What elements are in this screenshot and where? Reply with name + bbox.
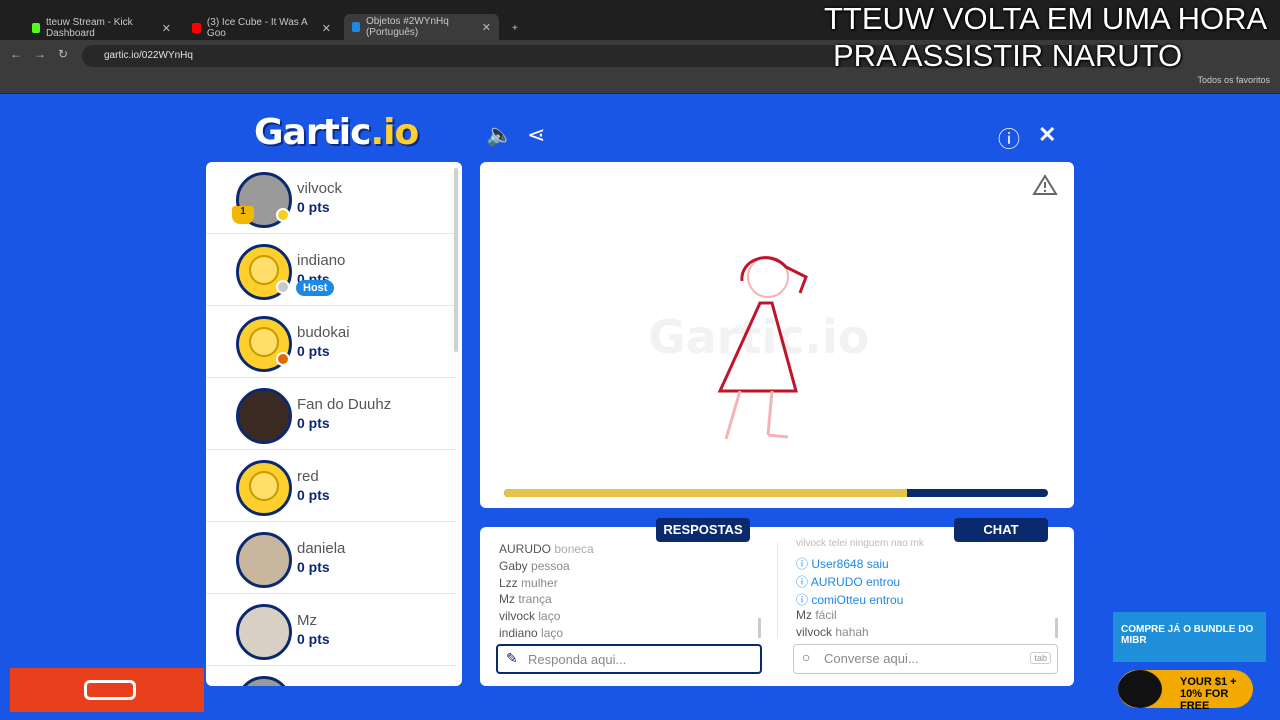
- chat-item: Mz fácil: [796, 608, 837, 622]
- tab-label: tteuw Stream - Kick Dashboard: [45, 17, 133, 39]
- new-tab-button[interactable]: +: [504, 16, 526, 40]
- logo-text: Gartic: [254, 112, 371, 153]
- youtube-icon: [192, 23, 201, 33]
- tab-label: Objetos #2WYnHq (Português): [365, 16, 449, 38]
- tab-chat[interactable]: CHAT: [954, 518, 1048, 542]
- avatar: [236, 604, 292, 660]
- answer-item: Gaby pessoa: [499, 559, 570, 573]
- player-daniela[interactable]: daniela 0 pts: [206, 522, 456, 594]
- close-icon[interactable]: ✕: [322, 22, 331, 35]
- player-next[interactable]: [206, 666, 456, 686]
- stream-overlay-text: TTEUW VOLTA EM UMA HORA PRA ASSISTIR NAR…: [824, 0, 1267, 74]
- tab-gartic[interactable]: Objetos #2WYnHq (Português) ✕: [344, 14, 499, 40]
- sound-icon[interactable]: 🔈: [486, 122, 513, 148]
- answer-placeholder: Responda aqui...: [528, 652, 627, 667]
- tab-answers[interactable]: RESPOSTAS: [656, 518, 750, 542]
- player-vilvock[interactable]: 1 vilvock 0 pts: [206, 162, 456, 234]
- reload-icon[interactable]: ↻: [58, 47, 68, 61]
- players-list: 1 vilvock 0 pts indiano 0 pts Host budok…: [206, 162, 462, 686]
- mibr-ad-cta: YOUR $1 + 10% FOR FREE: [1118, 670, 1253, 712]
- avatar: [236, 460, 292, 516]
- chat-system-item: ⓘ AURUDO entrou: [796, 575, 901, 589]
- panel-divider: [777, 542, 778, 638]
- avatar: [236, 532, 292, 588]
- answers-scrollbar[interactable]: [758, 618, 761, 638]
- answer-item: indiano laço: [499, 626, 564, 640]
- player-name: vilvock: [297, 180, 343, 197]
- player-name: Fan do Duuhz: [297, 396, 392, 413]
- overlay-line-1: TTEUW VOLTA EM UMA HORA: [824, 1, 1268, 36]
- tab-youtube[interactable]: (3) Ice Cube - It Was A Goo ✕: [184, 16, 339, 40]
- players-scrollbar[interactable]: [454, 168, 458, 352]
- player-points: 0 pts: [297, 199, 330, 215]
- gartic-icon: [352, 22, 360, 32]
- chat-scrollbar[interactable]: [1055, 618, 1058, 638]
- answer-input[interactable]: ✎ Responda aqui...: [496, 644, 762, 674]
- stick-figure-drawing: [717, 256, 808, 440]
- player-points: 0 pts: [297, 487, 330, 503]
- answer-item: vilvock laço: [499, 609, 561, 623]
- player-points: 0 pts: [297, 631, 330, 647]
- timer-fill: [504, 489, 907, 497]
- avatar: [236, 676, 292, 686]
- tab-kick-dashboard[interactable]: tteuw Stream - Kick Dashboard ✕: [24, 16, 179, 40]
- player-name: budokai: [297, 324, 350, 341]
- logo-suffix: .io: [370, 112, 419, 153]
- chat-bubble-icon: ○: [802, 649, 811, 665]
- player-points: 0 pts: [297, 415, 330, 431]
- chat-input[interactable]: ○ Converse aqui... tab: [793, 644, 1058, 674]
- trophy-icon: 1: [232, 206, 254, 224]
- player-points: 0 pts: [297, 343, 330, 359]
- tab-label: (3) Ice Cube - It Was A Goo: [206, 17, 308, 39]
- mibr-ad-cta-text: YOUR $1 + 10% FOR FREE: [1180, 676, 1237, 712]
- answer-item: Lzz mulher: [499, 576, 558, 590]
- close-icon[interactable]: ✕: [162, 22, 171, 35]
- forward-icon[interactable]: →: [34, 47, 46, 61]
- back-icon[interactable]: ←: [10, 47, 22, 61]
- status-dot: [276, 352, 290, 366]
- stream-overlay-logo: [10, 668, 204, 712]
- all-bookmarks[interactable]: Todos os favoritos: [1197, 75, 1270, 85]
- avatar: [236, 388, 292, 444]
- kick-icon: [32, 23, 40, 33]
- status-dot: [276, 280, 290, 294]
- timer-bar: [504, 489, 1048, 497]
- answer-item: Mz trança: [499, 592, 552, 606]
- chat-item: vilvock telei ninguem nao mk: [796, 538, 924, 549]
- chat-item: vilvock hahah: [796, 625, 869, 639]
- pencil-icon: ✎: [506, 650, 518, 666]
- close-icon[interactable]: ✕: [482, 21, 491, 34]
- mibr-ad-banner: COMPRE JÁ O BUNDLE DO MIBR: [1113, 612, 1266, 662]
- player-name: red: [297, 468, 319, 485]
- player-red[interactable]: red 0 pts: [206, 450, 456, 522]
- info-icon[interactable]: ⓘ: [998, 122, 1020, 154]
- close-icon[interactable]: ✕: [1038, 122, 1056, 148]
- player-name: Mz: [297, 612, 317, 629]
- player-name: indiano: [297, 252, 346, 269]
- status-dot: [276, 208, 290, 222]
- player-indiano[interactable]: indiano 0 pts: [206, 234, 456, 306]
- answer-item: AURUDO boneca: [499, 542, 594, 556]
- player-name: daniela: [297, 540, 346, 557]
- overlay-line-2: PRA ASSISTIR NARUTO: [833, 38, 1183, 73]
- player-fan-do-duuhz[interactable]: Fan do Duuhz 0 pts: [206, 378, 456, 450]
- chat-placeholder: Converse aqui...: [824, 651, 919, 666]
- host-badge: Host: [296, 280, 335, 296]
- tab-key-hint: tab: [1030, 652, 1051, 664]
- player-points: 0 pts: [297, 559, 330, 575]
- gartic-logo: Gartic.io: [254, 112, 419, 153]
- chat-system-item: ⓘ comiOtteu entrou: [796, 593, 904, 607]
- report-warning-icon[interactable]: [1032, 174, 1058, 196]
- player-mz[interactable]: Mz 0 pts: [206, 594, 456, 666]
- player-budokai[interactable]: budokai 0 pts: [206, 306, 456, 378]
- share-icon[interactable]: ⋖: [527, 122, 545, 148]
- chat-system-item: ⓘ User8648 saiu: [796, 557, 889, 571]
